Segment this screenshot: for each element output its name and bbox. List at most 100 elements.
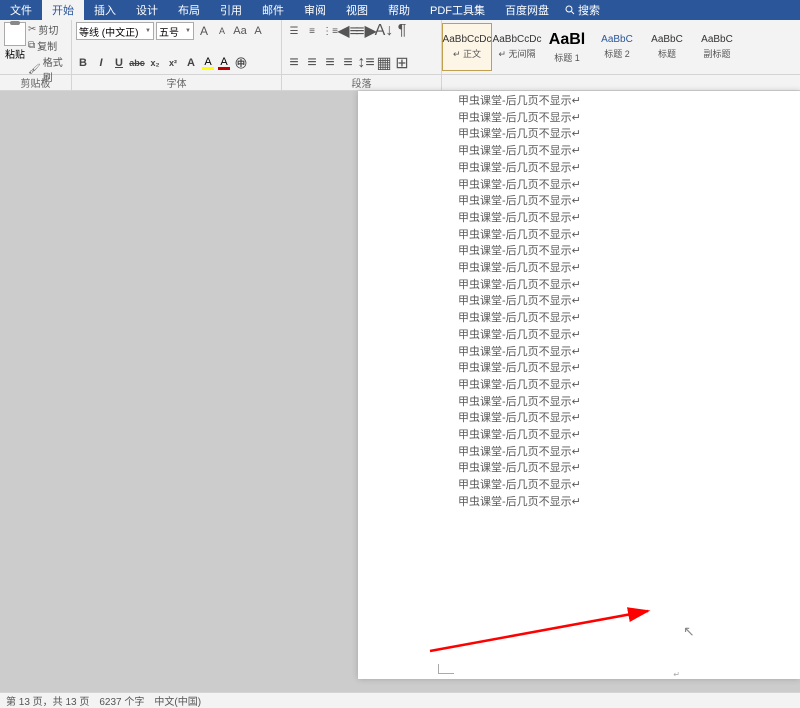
document-line[interactable]: 甲虫课堂-后几页不显示↵ [358, 93, 800, 110]
font-label: 字体 [72, 75, 282, 90]
tab-references[interactable]: 引用 [210, 0, 252, 20]
grow-font-button[interactable]: A [196, 23, 212, 39]
tab-help[interactable]: 帮助 [378, 0, 420, 20]
chevron-down-icon: ▼ [145, 28, 151, 34]
clipboard-group: 粘贴 ✂剪切 ⧉复制 🖌格式刷 [0, 20, 72, 74]
brush-icon: 🖌 [28, 64, 41, 75]
underline-button[interactable]: U [112, 55, 126, 71]
document-line[interactable]: 甲虫课堂-后几页不显示↵ [358, 327, 800, 344]
style-preview: AaBbC [651, 34, 683, 45]
style-标题[interactable]: AaBbC标题 [642, 23, 692, 71]
bold-button[interactable]: B [76, 55, 90, 71]
document-line[interactable]: 甲虫课堂-后几页不显示↵ [358, 360, 800, 377]
status-bar: 第 13 页，共 13 页 6237 个字 中文(中国) [0, 692, 800, 708]
document-line[interactable]: 甲虫课堂-后几页不显示↵ [358, 110, 800, 127]
align-center-button[interactable]: ≡ [304, 55, 320, 71]
document-line[interactable]: 甲虫课堂-后几页不显示↵ [358, 126, 800, 143]
document-line[interactable]: 甲虫课堂-后几页不显示↵ [358, 293, 800, 310]
tell-me-search[interactable]: 搜索 [559, 2, 606, 18]
style-name-label: 副标题 [703, 47, 730, 60]
tab-design[interactable]: 设计 [126, 0, 168, 20]
ribbon: 粘贴 ✂剪切 ⧉复制 🖌格式刷 等线 (中文正)▼ 五号▼ A A Aa A B… [0, 20, 800, 75]
chevron-down-icon: ▼ [185, 28, 191, 34]
tab-insert[interactable]: 插入 [84, 0, 126, 20]
show-marks-button[interactable]: ¶ [394, 23, 410, 39]
document-line[interactable]: 甲虫课堂-后几页不显示↵ [358, 494, 800, 511]
font-color-label: A [220, 57, 227, 67]
subscript-button[interactable]: x₂ [148, 55, 162, 71]
document-line[interactable]: 甲虫课堂-后几页不显示↵ [358, 394, 800, 411]
cut-button[interactable]: ✂剪切 [28, 22, 67, 37]
document-page[interactable]: 甲虫课堂-后几页不显示↵甲虫课堂-后几页不显示↵甲虫课堂-后几页不显示↵甲虫课堂… [358, 91, 800, 679]
align-right-button[interactable]: ≡ [322, 55, 338, 71]
justify-button[interactable]: ≡ [340, 55, 356, 71]
document-line[interactable]: 甲虫课堂-后几页不显示↵ [358, 344, 800, 361]
language-status[interactable]: 中文(中国) [154, 693, 201, 708]
shrink-font-button[interactable]: A [214, 23, 230, 39]
increase-indent-button[interactable]: ≡▶ [358, 23, 374, 39]
clear-format-button[interactable]: A [250, 23, 266, 39]
sort-button[interactable]: A↓ [376, 23, 392, 39]
style-preview: AaBl [549, 31, 585, 49]
tab-pdf-tools[interactable]: PDF工具集 [420, 0, 495, 20]
font-name-selector[interactable]: 等线 (中文正)▼ [76, 22, 154, 40]
tab-review[interactable]: 审阅 [294, 0, 336, 20]
line-spacing-button[interactable]: ↕≡ [358, 55, 374, 71]
document-line[interactable]: 甲虫课堂-后几页不显示↵ [358, 260, 800, 277]
text-effects-button[interactable]: A [184, 55, 198, 71]
page-status[interactable]: 第 13 页，共 13 页 [6, 693, 89, 708]
copy-button[interactable]: ⧉复制 [28, 38, 67, 53]
font-size-selector[interactable]: 五号▼ [156, 22, 194, 40]
style-preview: AaBbC [601, 34, 633, 45]
mouse-cursor-icon: ↖ [683, 623, 695, 640]
superscript-button[interactable]: x² [166, 55, 180, 71]
annotation-arrow [428, 606, 658, 656]
document-line[interactable]: 甲虫课堂-后几页不显示↵ [358, 460, 800, 477]
tab-view[interactable]: 视图 [336, 0, 378, 20]
align-left-button[interactable]: ≡ [286, 55, 302, 71]
document-line[interactable]: 甲虫课堂-后几页不显示↵ [358, 444, 800, 461]
tab-mailings[interactable]: 邮件 [252, 0, 294, 20]
style-标题1[interactable]: AaBl标题 1 [542, 23, 592, 71]
document-line[interactable]: 甲虫课堂-后几页不显示↵ [358, 177, 800, 194]
paste-icon [4, 22, 26, 46]
style-preview: AaBbC [701, 34, 733, 45]
document-line[interactable]: 甲虫课堂-后几页不显示↵ [358, 277, 800, 294]
document-line[interactable]: 甲虫课堂-后几页不显示↵ [358, 310, 800, 327]
shading-button[interactable]: ▦ [376, 55, 392, 71]
document-line[interactable]: 甲虫课堂-后几页不显示↵ [358, 160, 800, 177]
italic-button[interactable]: I [94, 55, 108, 71]
cut-label: 剪切 [38, 22, 58, 37]
font-color-button[interactable]: A [218, 57, 230, 70]
bullets-button[interactable]: ☰ [286, 23, 302, 39]
multilevel-list-button[interactable]: ⋮≡ [322, 23, 338, 39]
enclose-char-button[interactable]: ㊥ [234, 55, 248, 71]
style-标题2[interactable]: AaBbC标题 2 [592, 23, 642, 71]
workspace: 甲虫课堂-后几页不显示↵甲虫课堂-后几页不显示↵甲虫课堂-后几页不显示↵甲虫课堂… [0, 91, 800, 692]
document-line[interactable]: 甲虫课堂-后几页不显示↵ [358, 210, 800, 227]
change-case-button[interactable]: Aa [232, 23, 248, 39]
document-line[interactable]: 甲虫课堂-后几页不显示↵ [358, 243, 800, 260]
borders-button[interactable]: ⊞ [394, 55, 410, 71]
tab-layout[interactable]: 布局 [168, 0, 210, 20]
document-line[interactable]: 甲虫课堂-后几页不显示↵ [358, 227, 800, 244]
document-line[interactable]: 甲虫课堂-后几页不显示↵ [358, 143, 800, 160]
document-line[interactable]: 甲虫课堂-后几页不显示↵ [358, 477, 800, 494]
strikethrough-button[interactable]: abc [130, 55, 144, 71]
word-count[interactable]: 6237 个字 [99, 693, 144, 708]
tab-home[interactable]: 开始 [42, 0, 84, 20]
tab-baidu-netdisk[interactable]: 百度网盘 [495, 0, 559, 20]
document-line[interactable]: 甲虫课堂-后几页不显示↵ [358, 427, 800, 444]
font-group: 等线 (中文正)▼ 五号▼ A A Aa A B I U abc x₂ x² A… [72, 20, 282, 74]
style-无间隔[interactable]: AaBbCcDc↵ 无间隔 [492, 23, 542, 71]
style-副标题[interactable]: AaBbC 副标题 [692, 23, 742, 71]
highlight-button[interactable]: A [202, 57, 214, 70]
numbering-button[interactable]: ≡ [304, 23, 320, 39]
decrease-indent-button[interactable]: ◀≡ [340, 23, 356, 39]
document-line[interactable]: 甲虫课堂-后几页不显示↵ [358, 193, 800, 210]
style-正文[interactable]: AaBbCcDc↵ 正文 [442, 23, 492, 71]
document-line[interactable]: 甲虫课堂-后几页不显示↵ [358, 377, 800, 394]
document-line[interactable]: 甲虫课堂-后几页不显示↵ [358, 410, 800, 427]
font-color-swatch [218, 67, 230, 70]
tab-file[interactable]: 文件 [0, 0, 42, 20]
